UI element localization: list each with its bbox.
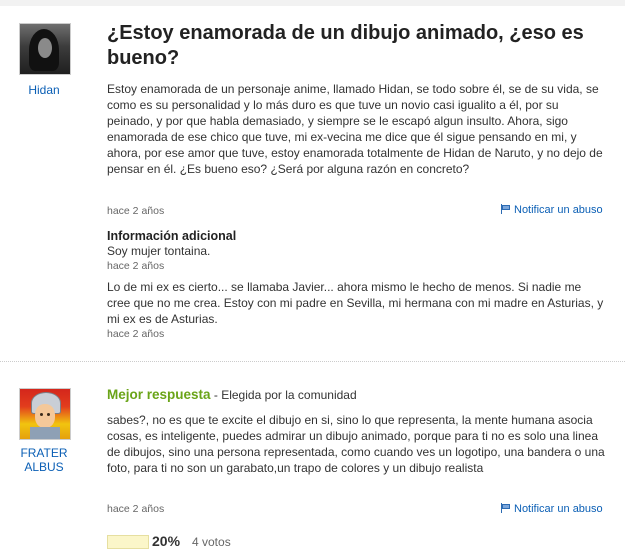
question-avatar[interactable] (19, 23, 71, 75)
report-abuse-link[interactable]: Notificar un abuso (501, 503, 603, 515)
section-divider (0, 361, 625, 362)
best-answer-label: Mejor respuesta (107, 387, 211, 402)
vote-percent: 20% (152, 533, 181, 549)
avatar-face (35, 404, 55, 428)
answer-timestamp: hace 2 años (107, 503, 165, 515)
question-username[interactable]: Hidan (10, 83, 78, 97)
avatar-eye (47, 413, 50, 416)
answer-username[interactable]: FRATER ALBUS (10, 446, 78, 474)
answer-avatar[interactable] (19, 388, 71, 440)
question-title: ¿Estoy enamorada de un dibujo animado, ¿… (107, 22, 584, 69)
best-answer-body: sabes?, no es que te excite el dibujo en… (107, 413, 605, 475)
flag-icon (501, 204, 510, 214)
report-abuse-link[interactable]: Notificar un abuso (501, 204, 603, 216)
avatar-body (30, 427, 60, 439)
additional-info-timestamp: hace 2 años (107, 328, 165, 340)
question-timestamp: hace 2 años (107, 205, 165, 217)
vote-count: 4 votos (192, 535, 231, 549)
avatar-face (38, 38, 52, 58)
flag-icon (501, 503, 510, 513)
question-body: Estoy enamorada de un personaje anime, l… (107, 82, 603, 176)
top-divider (0, 0, 625, 6)
report-abuse-label: Notificar un abuso (514, 204, 603, 216)
additional-info-text: Soy mujer tontaina. (107, 244, 211, 258)
report-abuse-label: Notificar un abuso (514, 503, 603, 515)
question-section: Hidan ¿Estoy enamorada de un dibujo anim… (0, 0, 625, 361)
best-answer-chosen-by: - Elegida por la comunidad (210, 388, 357, 402)
additional-info-text: Lo de mi ex es cierto... se llamaba Javi… (107, 280, 604, 326)
additional-info-heading: Información adicional (107, 229, 237, 243)
additional-info-timestamp: hace 2 años (107, 260, 165, 272)
best-answer-header: Mejor respuesta - Elegida por la comunid… (107, 387, 357, 403)
avatar-eye (40, 413, 43, 416)
vote-bar (107, 535, 149, 549)
